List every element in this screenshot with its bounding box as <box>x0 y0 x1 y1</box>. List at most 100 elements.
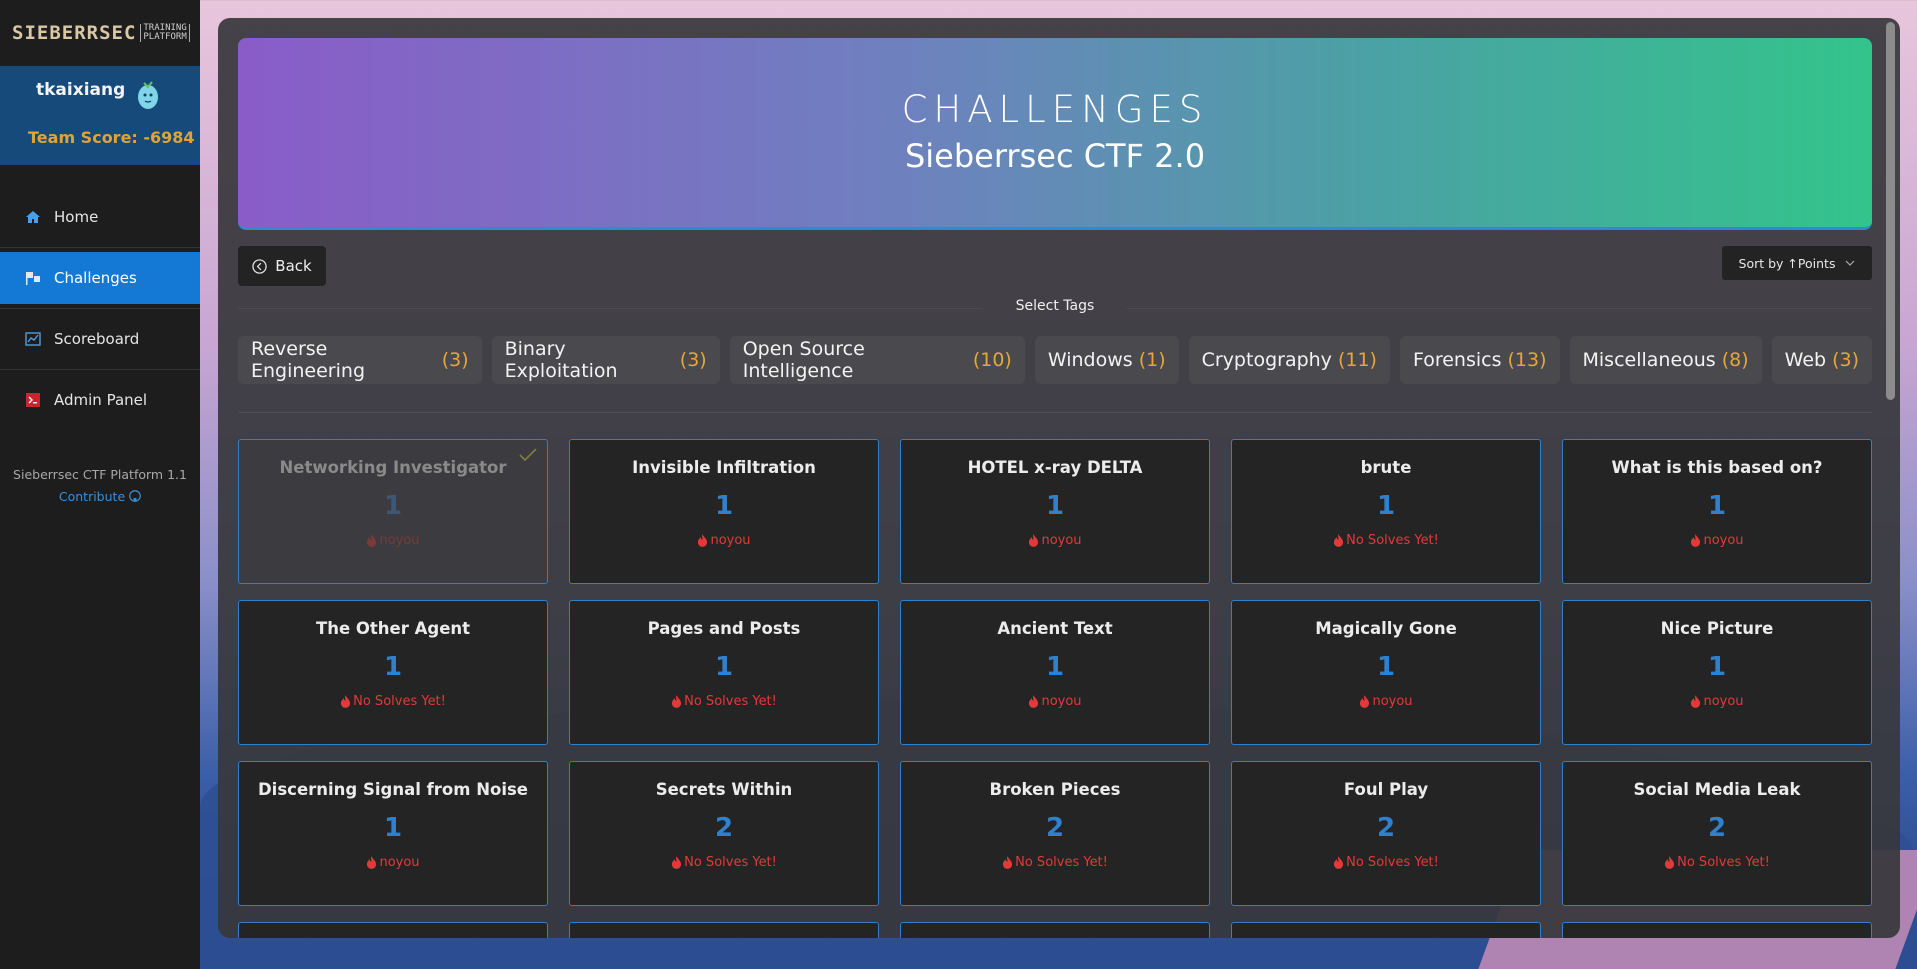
tag-miscellaneous[interactable]: Miscellaneous (8) <box>1569 336 1762 384</box>
challenge-card[interactable]: Broken Pieces 2 No Solves Yet! <box>900 761 1210 906</box>
challenge-grid-overflow-row <box>238 922 1872 938</box>
first-blood: noyou <box>901 694 1209 709</box>
challenge-card[interactable]: Ancient Text 1 noyou <box>900 600 1210 745</box>
divider <box>238 412 1872 413</box>
first-blood: noyou <box>1232 694 1540 709</box>
home-icon <box>24 208 42 226</box>
platform-version: Sieberrsec CTF Platform 1.1 <box>13 467 187 482</box>
logo-text: SIEBERRSEC <box>12 22 137 44</box>
nav-label: Challenges <box>54 269 137 287</box>
tag-forensics[interactable]: Forensics (13) <box>1399 336 1560 384</box>
challenge-card[interactable] <box>1562 922 1872 938</box>
tag-name: Forensics <box>1412 349 1502 371</box>
first-solver: No Solves Yet! <box>684 855 777 870</box>
challenge-card[interactable]: Discerning Signal from Noise 1 noyou <box>238 761 548 906</box>
blood-drop-icon <box>1664 856 1675 869</box>
challenge-points: 2 <box>714 813 734 843</box>
nav-item-challenges[interactable]: Challenges <box>0 252 200 304</box>
tag-windows[interactable]: Windows (1) <box>1034 336 1179 384</box>
avatar-icon[interactable] <box>136 78 160 110</box>
blood-drop-icon <box>1690 534 1701 547</box>
chart-icon <box>24 330 42 348</box>
challenge-points: 1 <box>1045 652 1065 682</box>
first-blood: noyou <box>1563 533 1871 548</box>
sort-select[interactable]: Sort by ↑Points <box>1722 246 1872 280</box>
challenge-title: HOTEL x-ray DELTA <box>967 458 1143 477</box>
challenge-title: Secrets Within <box>655 780 793 799</box>
tag-reverse-engineering[interactable]: Reverse Engineering (3) <box>238 336 482 384</box>
challenge-title: Foul Play <box>1343 780 1429 799</box>
back-icon <box>252 258 267 274</box>
challenge-card[interactable] <box>569 922 879 938</box>
challenge-card[interactable] <box>238 922 548 938</box>
github-icon <box>129 490 141 502</box>
challenge-title: Broken Pieces <box>989 780 1121 799</box>
challenge-title: brute <box>1360 458 1412 477</box>
first-blood: No Solves Yet! <box>1563 855 1871 870</box>
tag-count: (13) <box>1507 349 1547 371</box>
challenge-card[interactable]: What is this based on? 1 noyou <box>1562 439 1872 584</box>
tag-web[interactable]: Web (3) <box>1771 336 1872 384</box>
tag-name: Windows <box>1047 349 1133 371</box>
blood-drop-icon <box>1359 695 1370 708</box>
challenge-title: What is this based on? <box>1611 458 1823 477</box>
tag-binary-exploitation[interactable]: Binary Exploitation (3) <box>491 336 720 384</box>
challenge-card[interactable]: Social Media Leak 2 No Solves Yet! <box>1562 761 1872 906</box>
blood-drop-icon <box>1333 856 1344 869</box>
challenge-card[interactable]: Magically Gone 1 noyou <box>1231 600 1541 745</box>
first-blood: No Solves Yet! <box>1232 533 1540 548</box>
first-solver: No Solves Yet! <box>353 694 446 709</box>
challenge-title: Discerning Signal from Noise <box>257 780 529 799</box>
challenge-points: 2 <box>1376 813 1396 843</box>
first-solver: No Solves Yet! <box>684 694 777 709</box>
page-scrollbar[interactable] <box>1886 22 1895 400</box>
challenge-card[interactable]: Foul Play 2 No Solves Yet! <box>1231 761 1541 906</box>
nav-divider <box>0 369 200 370</box>
user-panel: tkaixiang Team Score: -6984 <box>0 66 200 165</box>
tag-cryptography[interactable]: Cryptography (11) <box>1188 336 1390 384</box>
blood-drop-icon <box>1690 695 1701 708</box>
tag-count: (8) <box>1721 349 1749 371</box>
flag-icon <box>24 269 42 287</box>
first-blood: noyou <box>901 533 1209 548</box>
first-blood: noyou <box>1563 694 1871 709</box>
challenge-points: 1 <box>1707 652 1727 682</box>
first-blood: noyou <box>239 533 547 548</box>
nav-item-admin-panel[interactable]: Admin Panel <box>0 374 200 426</box>
logo[interactable]: SIEBERRSEC TRAINING PLATFORM <box>0 0 200 66</box>
username[interactable]: tkaixiang <box>36 80 125 100</box>
challenge-card[interactable]: Secrets Within 2 No Solves Yet! <box>569 761 879 906</box>
blood-drop-icon <box>671 856 682 869</box>
terminal-icon <box>24 391 42 409</box>
chevron-down-icon <box>1846 260 1855 266</box>
challenge-points: 1 <box>1376 652 1396 682</box>
blood-drop-icon <box>1028 695 1039 708</box>
challenge-title: The Other Agent <box>315 619 471 638</box>
tag-open-source-intelligence[interactable]: Open Source Intelligence (10) <box>729 336 1025 384</box>
challenge-title: Pages and Posts <box>647 619 801 638</box>
blood-drop-icon <box>366 534 377 547</box>
back-button[interactable]: Back <box>238 246 326 286</box>
challenge-card[interactable] <box>1231 922 1541 938</box>
contribute-link[interactable]: Contribute <box>0 486 200 508</box>
blood-drop-icon <box>340 695 351 708</box>
challenge-card[interactable]: brute 1 No Solves Yet! <box>1231 439 1541 584</box>
challenge-card[interactable]: Nice Picture 1 noyou <box>1562 600 1872 745</box>
nav-item-home[interactable]: Home <box>0 191 200 243</box>
tag-name: Miscellaneous <box>1582 349 1716 371</box>
challenge-card[interactable] <box>900 922 1210 938</box>
challenge-card[interactable]: Pages and Posts 1 No Solves Yet! <box>569 600 879 745</box>
first-solver: noyou <box>1041 694 1082 709</box>
challenge-card[interactable]: The Other Agent 1 No Solves Yet! <box>238 600 548 745</box>
nav-divider <box>0 247 200 248</box>
logo-sub-2: PLATFORM <box>143 32 187 42</box>
challenge-title: Nice Picture <box>1660 619 1774 638</box>
logo-subtext: TRAINING PLATFORM <box>140 24 190 42</box>
challenge-card[interactable]: Networking Investigator 1 noyou <box>238 439 548 584</box>
nav-label: Admin Panel <box>54 391 148 409</box>
challenge-card[interactable]: Invisible Infiltration 1 noyou <box>569 439 879 584</box>
challenge-points: 2 <box>1707 813 1727 843</box>
challenge-card[interactable]: HOTEL x-ray DELTA 1 noyou <box>900 439 1210 584</box>
first-solver: No Solves Yet! <box>1015 855 1108 870</box>
nav-item-scoreboard[interactable]: Scoreboard <box>0 313 200 365</box>
